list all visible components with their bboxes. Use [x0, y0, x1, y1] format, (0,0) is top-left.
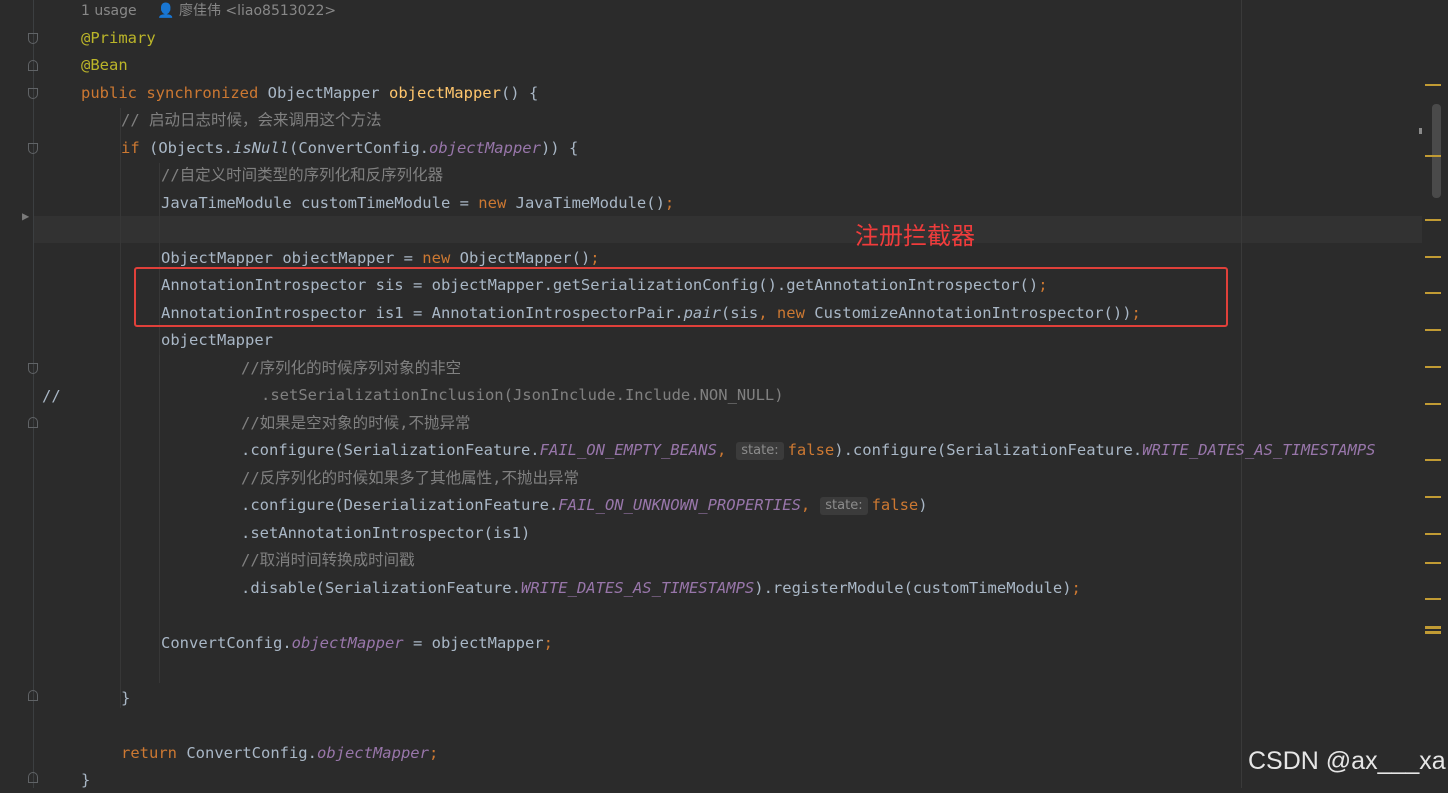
fold-marker-icon[interactable] [28, 60, 38, 71]
code-line: .configure(DeserializationFeature.FAIL_O… [241, 496, 928, 515]
warning-stripe-marker[interactable] [1425, 219, 1441, 221]
info-stripe-marker[interactable] [1419, 128, 1422, 134]
code-line: //反序列化的时候如果多了其他属性,不抛出异常 [241, 469, 579, 487]
warning-stripe-marker[interactable] [1425, 366, 1441, 368]
editor-gutter: ▶ // [0, 0, 72, 788]
warning-stripe-marker[interactable] [1425, 598, 1441, 600]
warning-stripe-marker[interactable] [1425, 631, 1441, 634]
fold-marker-icon[interactable] [28, 417, 38, 428]
warning-stripe-marker[interactable] [1425, 626, 1441, 629]
code-line: ConvertConfig.objectMapper = objectMappe… [161, 634, 553, 652]
code-line: @Primary [81, 29, 156, 47]
code-line: //自定义时间类型的序列化和反序列化器 [161, 166, 444, 184]
warning-stripe-marker[interactable] [1425, 84, 1441, 86]
annotation-highlight-box [134, 267, 1228, 327]
parameter-hint: state: [736, 442, 784, 460]
code-line: public synchronized ObjectMapper objectM… [81, 84, 539, 102]
annotation-note: 注册拦截器 [855, 222, 975, 250]
code-line: } [81, 771, 91, 789]
code-line: .setSerializationInclusion(JsonInclude.I… [261, 386, 784, 404]
code-line: JavaTimeModule customTimeModule = new Ja… [161, 194, 675, 212]
warning-stripe-marker[interactable] [1425, 496, 1441, 498]
indent-guide [159, 355, 160, 600]
code-line: // 启动日志时候，会来调用这个方法 [121, 111, 382, 129]
warning-stripe-marker[interactable] [1425, 533, 1441, 535]
warning-stripe-marker[interactable] [1425, 329, 1441, 331]
fold-marker-icon[interactable] [28, 143, 38, 154]
fold-marker-icon[interactable] [28, 33, 38, 44]
scrollbar-thumb[interactable] [1432, 104, 1441, 198]
usage-count[interactable]: 1 usage [81, 3, 137, 19]
code-line: objectMapper [161, 331, 273, 349]
code-line: //如果是空对象的时候,不抛异常 [241, 414, 471, 432]
fold-marker-icon[interactable] [28, 772, 38, 783]
code-editor[interactable]: 1 usage 👤 廖佳伟 <liao8513022> @Primary @Be… [72, 0, 1422, 789]
gutter-separator [33, 0, 34, 788]
code-line: return ConvertConfig.objectMapper; [121, 744, 439, 762]
fold-marker-icon[interactable] [28, 690, 38, 701]
code-line: .setAnnotationIntrospector(is1) [241, 524, 531, 542]
fold-marker-icon[interactable] [28, 363, 38, 374]
code-line: //取消时间转换成时间戳 [241, 551, 415, 569]
person-icon: 👤 [157, 3, 175, 19]
code-line: if (Objects.isNull(ConvertConfig.objectM… [121, 139, 579, 157]
warning-stripe-marker[interactable] [1425, 292, 1441, 294]
gutter-comment-mark: // [42, 387, 61, 405]
author-label: 廖佳伟 <liao8513022> [178, 3, 337, 19]
warning-stripe-marker[interactable] [1425, 403, 1441, 405]
indent-guide [120, 108, 121, 708]
code-line: .configure(SerializationFeature.FAIL_ON_… [241, 441, 1376, 460]
warning-stripe-marker[interactable] [1425, 562, 1441, 564]
code-line: //序列化的时候序列对象的非空 [241, 359, 462, 377]
usage-hint[interactable]: 1 usage 👤 廖佳伟 <liao8513022> [81, 0, 336, 22]
parameter-hint: state: [820, 497, 868, 515]
code-line: .disable(SerializationFeature.WRITE_DATE… [241, 579, 1081, 597]
csdn-watermark: CSDN @ax___xa [1248, 747, 1446, 775]
warning-stripe-marker[interactable] [1425, 155, 1441, 157]
warning-stripe-marker[interactable] [1425, 256, 1441, 258]
warning-stripe-marker[interactable] [1425, 459, 1441, 461]
code-line: } [121, 689, 131, 707]
code-line: @Bean [81, 56, 128, 74]
fold-marker-icon[interactable] [28, 88, 38, 99]
breakpoint-arrow-icon[interactable]: ▶ [22, 209, 29, 223]
